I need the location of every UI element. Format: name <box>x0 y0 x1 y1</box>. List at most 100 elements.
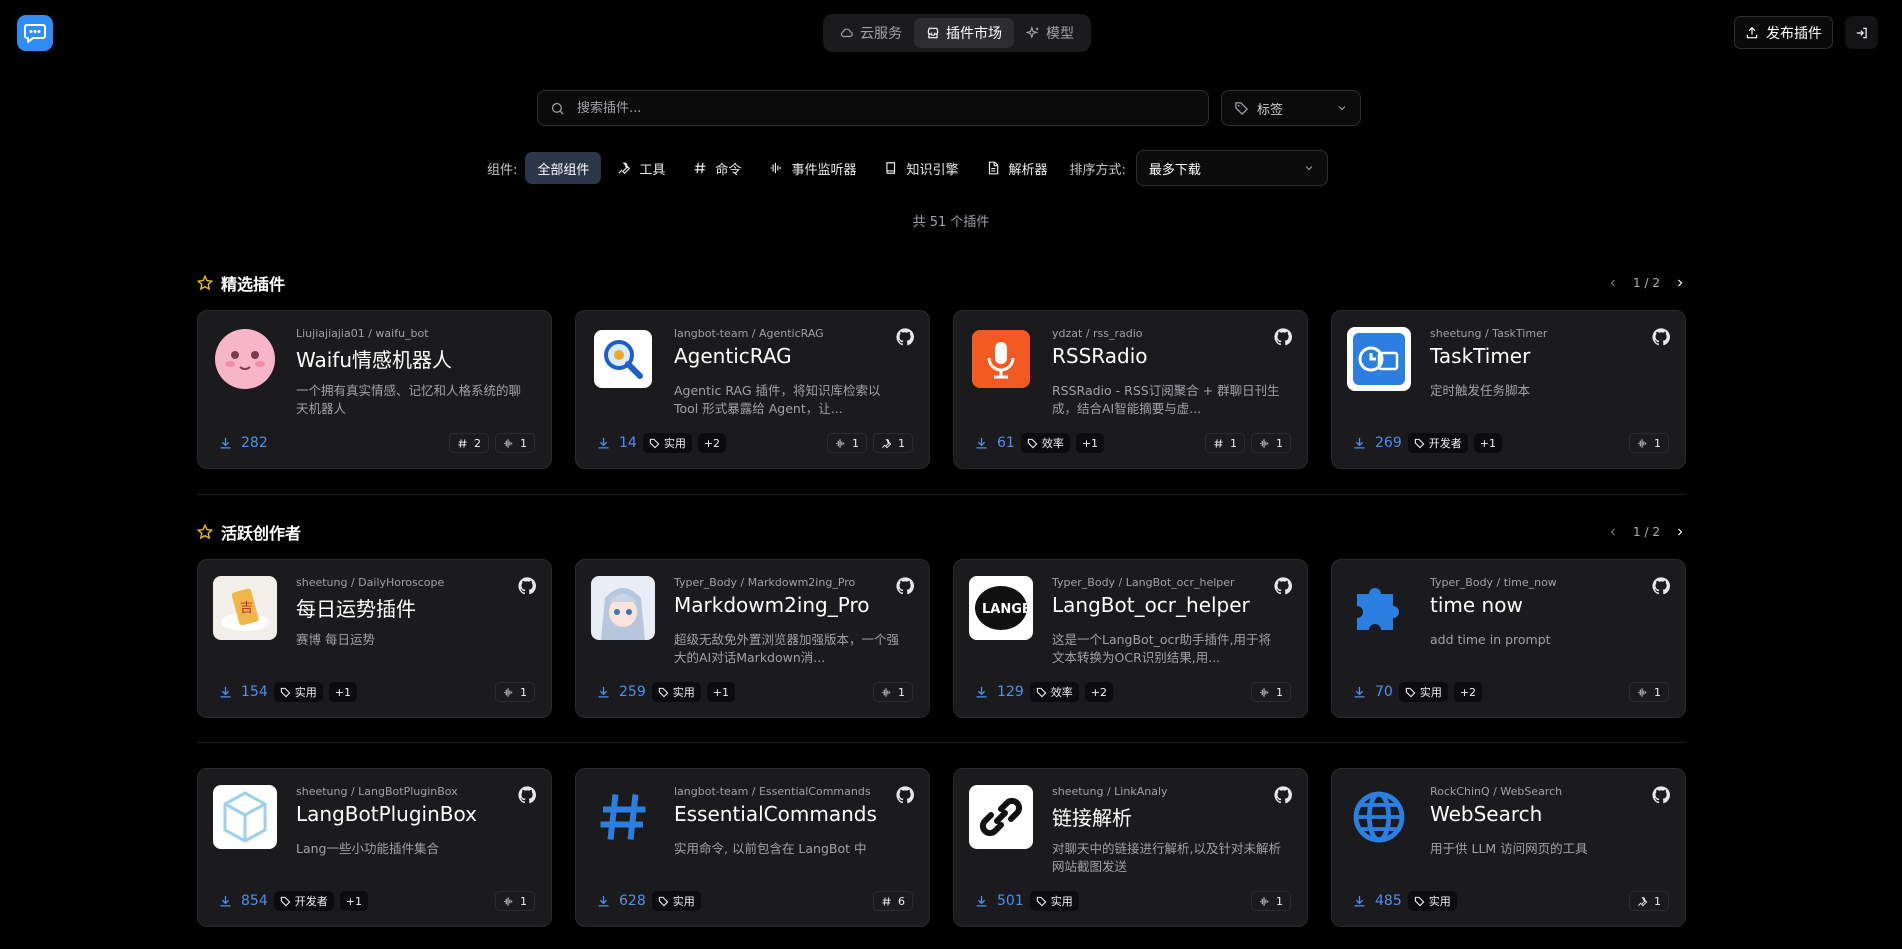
plugin-card[interactable]: langbot-team / EssentialCommands Essentia… <box>575 768 930 927</box>
plugin-name: EssentialCommands <box>674 802 877 826</box>
component-stat: 1 <box>495 682 535 702</box>
plugin-card[interactable]: sheetung / LangBotPluginBox LangBotPlugin… <box>197 768 552 927</box>
component-stat: 2 <box>449 433 489 453</box>
plugin-card[interactable]: LANGBOT Typer_Body / LangBot_ocr_helper La… <box>953 559 1308 718</box>
download-icon <box>976 895 987 906</box>
plugin-icon <box>1347 576 1411 640</box>
component-stat: 1 <box>1251 682 1291 702</box>
github-icon[interactable] <box>518 577 536 595</box>
tag-badge[interactable]: 开发者 <box>1407 433 1468 453</box>
plugin-icon <box>591 785 655 849</box>
filter-event-listeners[interactable]: 事件监听器 <box>757 152 868 184</box>
plugin-card[interactable]: sheetung / TaskTimer TaskTimer 定时触发任务脚本 269… <box>1331 310 1686 469</box>
chevron-left-icon[interactable] <box>1607 526 1619 538</box>
tag-badge[interactable]: 开发者 <box>273 891 334 911</box>
tag-label: 实用 <box>672 895 695 908</box>
github-icon[interactable] <box>1274 328 1292 346</box>
filter-commands[interactable]: 命令 <box>681 152 753 184</box>
tab-cloud[interactable]: 云服务 <box>828 18 914 48</box>
tab-plugin-market[interactable]: 插件市场 <box>914 18 1014 48</box>
plugin-card-footer: 282 2 1 <box>218 432 535 454</box>
tab-models[interactable]: 模型 <box>1014 18 1086 48</box>
tag-badge[interactable]: 实用 <box>642 433 692 453</box>
stat-value: 1 <box>1276 894 1283 908</box>
plugin-card[interactable]: Typer_Body / time_now time now add time in… <box>1331 559 1686 718</box>
download-count: 61 <box>974 435 1015 451</box>
more-tags-badge[interactable]: +2 <box>1084 682 1113 702</box>
github-icon[interactable] <box>518 786 536 804</box>
filter-tools[interactable]: 工具 <box>605 152 677 184</box>
svg-text:LANGBOT: LANGBOT <box>982 602 1033 617</box>
github-icon[interactable] <box>896 328 914 346</box>
filter-knowledge-engines[interactable]: 知识引擎 <box>872 152 970 184</box>
plugin-card[interactable]: ydzat / rss_radio RSSRadio RSSRadio - RSS订… <box>953 310 1308 469</box>
tag-badge[interactable]: 效率 <box>1029 682 1079 702</box>
github-icon[interactable] <box>896 577 914 595</box>
plugin-card[interactable]: langbot-team / AgenticRAG AgenticRAG Agent… <box>575 310 930 469</box>
more-tags-badge[interactable]: +1 <box>328 682 357 702</box>
plugin-card[interactable]: Liujiajiajia01 / waifu_bot Waifu情感机器人 一个拥有… <box>197 310 552 469</box>
plugin-card[interactable]: Typer_Body / Markdowm2ing_Pro Markdowm2in… <box>575 559 930 718</box>
top-bar: 云服务 插件市场 模型 发布插件 <box>0 0 1902 68</box>
logout-button[interactable] <box>1845 16 1878 49</box>
download-icon <box>220 686 231 697</box>
github-icon[interactable] <box>1274 786 1292 804</box>
more-tags-badge[interactable]: +1 <box>339 891 368 911</box>
tag-icon <box>1414 438 1425 448</box>
page-indicator: 1 / 2 <box>1633 525 1660 539</box>
tag-badge[interactable]: 效率 <box>1020 433 1070 453</box>
github-icon[interactable] <box>1652 328 1670 346</box>
tag-badge[interactable]: 实用 <box>1398 682 1448 702</box>
github-icon[interactable] <box>1274 577 1292 595</box>
plugin-icon <box>969 785 1033 849</box>
more-tags-badge[interactable]: +1 <box>706 682 735 702</box>
hash-icon <box>695 162 706 174</box>
filter-label: 解析器 <box>1008 162 1048 178</box>
tag-badge[interactable]: 实用 <box>1029 891 1079 911</box>
github-icon[interactable] <box>896 786 914 804</box>
download-count: 628 <box>596 893 646 909</box>
plugin-icon <box>213 327 277 391</box>
chevron-right-icon[interactable] <box>1674 277 1686 289</box>
more-tags-badge[interactable]: +1 <box>1473 433 1502 453</box>
plugin-name: Markdowm2ing_Pro <box>674 593 870 617</box>
publish-plugin-button[interactable]: 发布插件 <box>1734 16 1833 49</box>
filter-parsers[interactable]: 解析器 <box>974 152 1059 184</box>
tag-badge[interactable]: 实用 <box>651 891 701 911</box>
plugin-card[interactable]: sheetung / LinkAnaly 链接解析 对聊天中的链接进行解析,以及针对… <box>953 768 1308 927</box>
component-stat: 1 <box>1205 433 1245 453</box>
github-icon[interactable] <box>1652 577 1670 595</box>
tag-badge[interactable]: 实用 <box>273 682 323 702</box>
tag-icon <box>1036 687 1047 697</box>
chevron-left-icon[interactable] <box>1607 277 1619 289</box>
sparkles-icon <box>1026 26 1039 39</box>
audio-wave-icon <box>1260 896 1269 906</box>
logout-icon <box>1856 27 1867 38</box>
tag-filter-select[interactable]: 标签 <box>1221 90 1361 126</box>
star-icon <box>197 275 213 291</box>
plugin-name: TaskTimer <box>1430 344 1531 368</box>
filter-all[interactable]: 全部组件 <box>525 152 602 184</box>
download-value: 14 <box>619 435 637 451</box>
more-tags-badge[interactable]: +2 <box>697 433 727 453</box>
plugin-description: 对聊天中的链接进行解析,以及针对未解析网站截图发送 <box>1052 841 1281 874</box>
app-logo[interactable] <box>17 15 53 51</box>
github-icon[interactable] <box>1652 786 1670 804</box>
tag-icon <box>649 438 660 448</box>
component-stat: 1 <box>1251 433 1291 453</box>
chevron-right-icon[interactable] <box>1674 526 1686 538</box>
search-input[interactable] <box>575 99 1179 117</box>
plugin-card[interactable]: RockChinQ / WebSearch WebSearch 用于供 LLM 访问… <box>1331 768 1686 927</box>
more-tags-badge[interactable]: +2 <box>1453 682 1483 702</box>
download-value: 854 <box>241 893 268 909</box>
plugin-card-footer: 14 实用 +2 1 1 <box>596 432 913 454</box>
creators-pager: 1 / 2 <box>1607 525 1686 539</box>
plugin-description: 赛博 每日运势 <box>296 632 375 647</box>
sort-select[interactable]: 最多下载 <box>1135 150 1328 186</box>
tag-badge[interactable]: 实用 <box>1407 891 1457 911</box>
tag-badge[interactable]: 实用 <box>651 682 701 702</box>
more-tags-badge[interactable]: +1 <box>1075 433 1105 453</box>
tag-filter-label: 标签 <box>1257 102 1284 118</box>
stat-value: 1 <box>898 685 905 699</box>
plugin-card[interactable]: 吉 sheetung / DailyHoroscope 每日运势插件 赛博 每日运势 1… <box>197 559 552 718</box>
